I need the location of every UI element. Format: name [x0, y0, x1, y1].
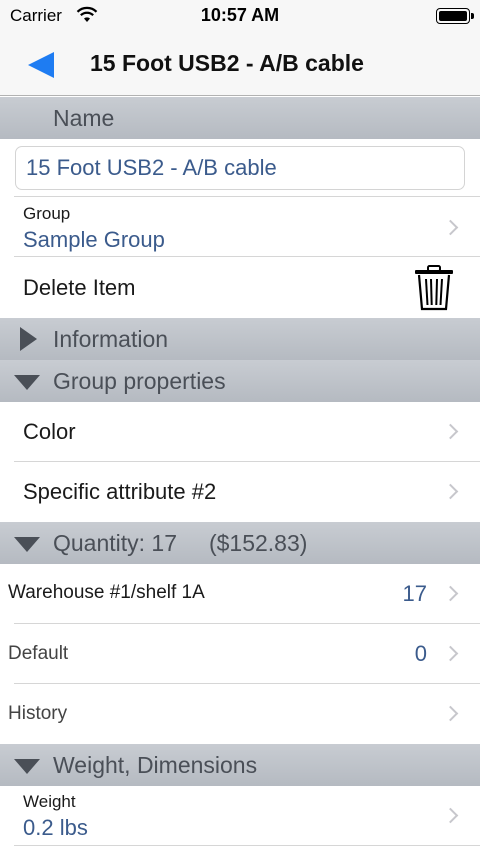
- group-row[interactable]: Group Sample Group: [0, 197, 480, 257]
- clock: 10:57 AM: [200, 5, 280, 25]
- battery-icon: [436, 8, 470, 24]
- attribute-label: Specific attribute #2: [23, 479, 217, 504]
- back-arrow-icon[interactable]: [26, 50, 58, 80]
- section-header-group-properties[interactable]: Group properties: [0, 360, 480, 402]
- group-value: Sample Group: [23, 227, 165, 252]
- weight-row[interactable]: Weight 0.2 lbs: [0, 786, 480, 846]
- location-label: Warehouse #1/shelf 1A: [8, 582, 205, 603]
- section-header-quantity[interactable]: Quantity: 17 ($152.83): [0, 522, 480, 564]
- section-header-information[interactable]: Information: [0, 318, 480, 360]
- location-row[interactable]: Warehouse #1/shelf 1A 17: [0, 564, 480, 624]
- weight-value: 0.2 lbs: [23, 815, 88, 840]
- disclosure-expanded-icon: [14, 759, 40, 774]
- location-label: Default: [8, 643, 69, 664]
- chevron-right-icon: [442, 807, 459, 824]
- location-count: 17: [402, 581, 427, 606]
- trash-icon[interactable]: [414, 265, 454, 311]
- chevron-right-icon: [442, 219, 459, 236]
- delete-item-row[interactable]: Delete Item: [0, 257, 480, 318]
- weight-label: Weight: [23, 792, 76, 811]
- chevron-right-icon: [442, 705, 459, 722]
- color-label: Color: [23, 419, 76, 444]
- status-bar: Carrier 10:57 AM: [0, 0, 480, 32]
- section-label: Weight, Dimensions: [53, 752, 258, 778]
- navigation-bar: 15 Foot USB2 - A/B cable: [0, 32, 480, 96]
- item-name-field[interactable]: 15 Foot USB2 - A/B cable: [15, 146, 465, 190]
- group-label: Group: [23, 204, 71, 223]
- battery-tip: [471, 13, 474, 19]
- specific-attribute-row[interactable]: Specific attribute #2: [0, 462, 480, 522]
- history-row[interactable]: History: [0, 684, 480, 744]
- page-title: 15 Foot USB2 - A/B cable: [90, 50, 364, 76]
- chevron-right-icon: [442, 645, 459, 662]
- chevron-right-icon: [442, 585, 459, 602]
- disclosure-collapsed-icon: [20, 327, 37, 351]
- section-header-name: Name: [0, 97, 480, 139]
- disclosure-expanded-icon: [14, 537, 40, 552]
- delete-item-label: Delete Item: [23, 275, 136, 300]
- section-label: Group properties: [53, 368, 226, 394]
- chevron-right-icon: [442, 423, 459, 440]
- chevron-right-icon: [442, 483, 459, 500]
- divider: [14, 845, 480, 846]
- history-label: History: [8, 703, 68, 724]
- disclosure-expanded-icon: [14, 375, 40, 390]
- section-header-weight-dimensions[interactable]: Weight, Dimensions: [0, 744, 480, 786]
- location-row[interactable]: Default 0: [0, 624, 480, 684]
- location-count: 0: [414, 641, 427, 666]
- section-label: Quantity: 17 ($152.83): [53, 530, 308, 556]
- color-row[interactable]: Color: [0, 402, 480, 462]
- section-label: Information: [53, 326, 169, 352]
- section-label: Name: [53, 105, 115, 131]
